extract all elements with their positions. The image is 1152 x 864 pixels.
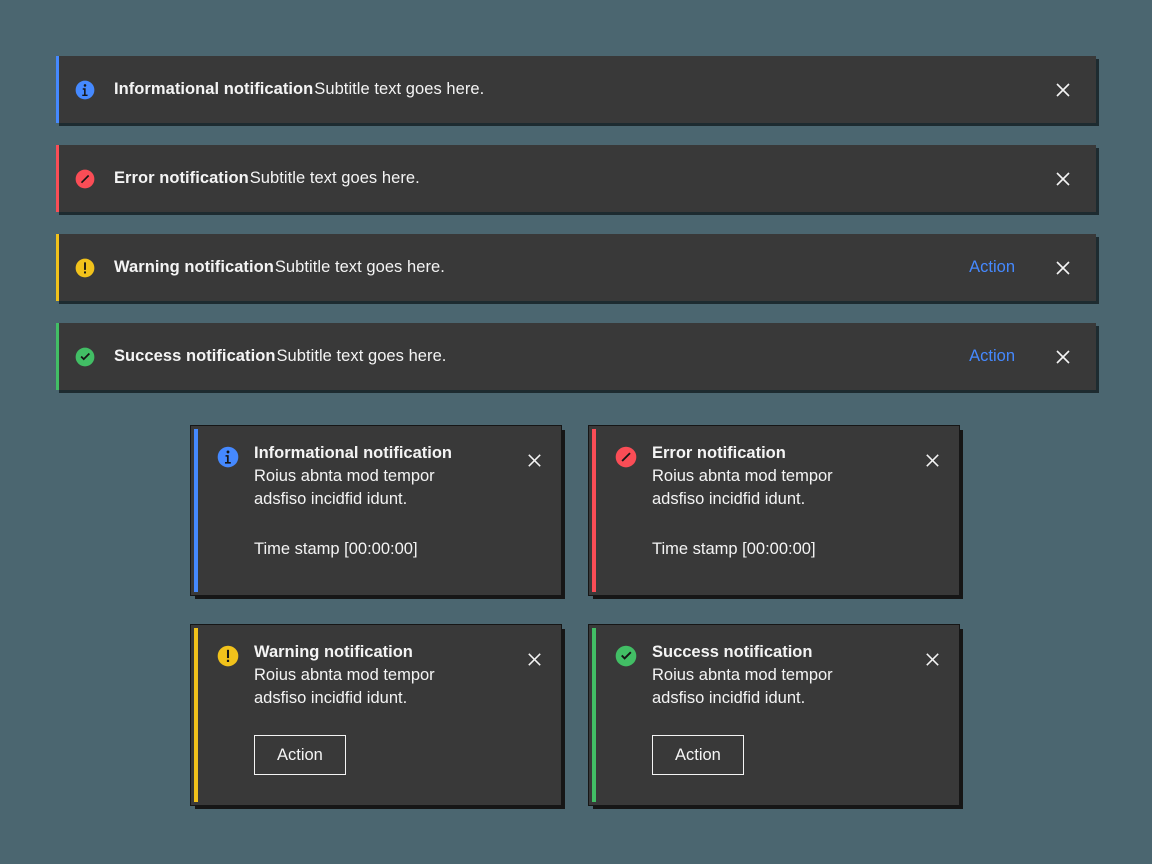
inline-notification-success: Success notificationSubtitle text goes h…: [56, 323, 1096, 390]
toast-timestamp: Time stamp [00:00:00]: [254, 538, 512, 560]
accent-bar-warning: [194, 628, 198, 802]
toast-action-button[interactable]: Action: [652, 735, 744, 775]
toast-title: Error notification: [652, 442, 910, 464]
accent-bar-info: [194, 429, 198, 592]
close-button[interactable]: [1039, 155, 1087, 203]
inline-notification-title: Success notification: [114, 347, 275, 365]
close-button[interactable]: [1039, 333, 1087, 381]
close-button[interactable]: [1039, 66, 1087, 114]
warning-filled-icon: [72, 255, 98, 281]
close-button[interactable]: [512, 442, 556, 486]
close-button[interactable]: [910, 641, 954, 685]
information-filled-icon: [216, 445, 240, 469]
accent-bar-warning: [56, 234, 59, 301]
inline-notification-text: Warning notificationSubtitle text goes h…: [114, 258, 969, 277]
close-button[interactable]: [910, 442, 954, 486]
toast-body: Informational notificationRoius abnta mo…: [254, 442, 512, 595]
close-icon: [525, 451, 544, 470]
inline-notification-subtitle: Subtitle text goes here.: [276, 347, 446, 365]
warning-filled-icon: [216, 644, 240, 668]
toast-subtitle: Roius abnta mod tempor adsfiso incidfid …: [254, 465, 469, 510]
inline-notification-title: Warning notification: [114, 258, 274, 276]
information-filled-icon: [72, 77, 98, 103]
toast-body: Error notificationRoius abnta mod tempor…: [652, 442, 910, 595]
inline-notification-error: Error notificationSubtitle text goes her…: [56, 145, 1096, 212]
toast-action-button[interactable]: Action: [254, 735, 346, 775]
inline-notification-list: Informational notificationSubtitle text …: [56, 56, 1096, 412]
toast-subtitle: Roius abnta mod tempor adsfiso incidfid …: [254, 664, 469, 709]
inline-notification-subtitle: Subtitle text goes here.: [314, 80, 484, 98]
inline-notification-text: Error notificationSubtitle text goes her…: [114, 169, 1039, 188]
close-icon: [1053, 169, 1073, 189]
accent-bar-info: [56, 56, 59, 123]
toast-notification-info: Informational notificationRoius abnta mo…: [191, 426, 561, 595]
toast-title: Warning notification: [254, 641, 512, 663]
toast-notification-grid: Informational notificationRoius abnta mo…: [191, 426, 963, 805]
accent-bar-error: [592, 429, 596, 592]
toast-notification-error: Error notificationRoius abnta mod tempor…: [589, 426, 959, 595]
inline-notification-info: Informational notificationSubtitle text …: [56, 56, 1096, 123]
inline-notification-subtitle: Subtitle text goes here.: [250, 169, 420, 187]
inline-notification-text: Informational notificationSubtitle text …: [114, 80, 1039, 99]
close-icon: [1053, 347, 1073, 367]
close-icon: [525, 650, 544, 669]
toast-title: Informational notification: [254, 442, 512, 464]
close-button[interactable]: [1039, 244, 1087, 292]
close-icon: [923, 451, 942, 470]
toast-notification-success: Success notificationRoius abnta mod temp…: [589, 625, 959, 805]
inline-notification-title: Error notification: [114, 169, 249, 187]
error-filled-icon: [614, 445, 638, 469]
close-button[interactable]: [512, 641, 556, 685]
accent-bar-error: [56, 145, 59, 212]
close-icon: [1053, 258, 1073, 278]
toast-notification-warning: Warning notificationRoius abnta mod temp…: [191, 625, 561, 805]
accent-bar-success: [56, 323, 59, 390]
inline-notification-title: Informational notification: [114, 80, 313, 98]
toast-subtitle: Roius abnta mod tempor adsfiso incidfid …: [652, 465, 867, 510]
close-icon: [923, 650, 942, 669]
inline-notification-warning: Warning notificationSubtitle text goes h…: [56, 234, 1096, 301]
inline-notification-text: Success notificationSubtitle text goes h…: [114, 347, 969, 366]
toast-body: Warning notificationRoius abnta mod temp…: [254, 641, 512, 805]
inline-action-link[interactable]: Action: [969, 347, 1015, 366]
accent-bar-success: [592, 628, 596, 802]
checkmark-filled-icon: [72, 344, 98, 370]
close-icon: [1053, 80, 1073, 100]
error-filled-icon: [72, 166, 98, 192]
toast-subtitle: Roius abnta mod tempor adsfiso incidfid …: [652, 664, 867, 709]
inline-action-link[interactable]: Action: [969, 258, 1015, 277]
inline-notification-subtitle: Subtitle text goes here.: [275, 258, 445, 276]
toast-timestamp: Time stamp [00:00:00]: [652, 538, 910, 560]
checkmark-filled-icon: [614, 644, 638, 668]
toast-title: Success notification: [652, 641, 910, 663]
toast-body: Success notificationRoius abnta mod temp…: [652, 641, 910, 805]
